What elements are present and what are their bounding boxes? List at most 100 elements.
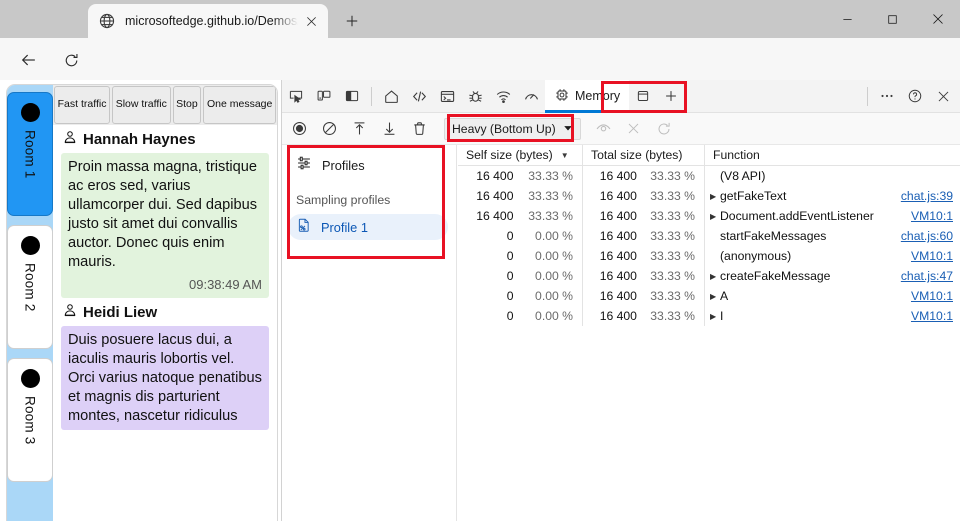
- cell-function: ▶ I VM10:1: [705, 306, 960, 326]
- expand-triangle-icon[interactable]: ▶: [710, 272, 720, 281]
- table-row[interactable]: 0 0.00 % 16 400 33.33 % ▶ A VM10:1: [458, 286, 960, 306]
- no-entry-icon[interactable]: [314, 116, 344, 142]
- cell-self-size-value: 0: [506, 289, 514, 303]
- table-row[interactable]: 00.00 %16 40033.33 %▶startFakeMessagesch…: [458, 226, 960, 246]
- message-text: Proin massa magna, tristique ac eros sed…: [68, 159, 258, 270]
- back-arrow-icon[interactable]: [16, 47, 42, 73]
- cell-function-name: Document.addEventListener: [720, 209, 874, 223]
- eye-icon[interactable]: [589, 116, 619, 142]
- devtools-help-button[interactable]: [901, 82, 929, 110]
- upload-arrow-icon[interactable]: [344, 116, 374, 142]
- fast-traffic-button[interactable]: Fast traffic: [54, 86, 111, 124]
- new-tab-button[interactable]: [338, 8, 366, 34]
- download-arrow-icon[interactable]: [374, 116, 404, 142]
- cell-function-name: I: [720, 309, 724, 323]
- profile-item-1[interactable]: Profile 1: [288, 214, 448, 240]
- welcome-tab-icon[interactable]: [377, 82, 405, 110]
- trash-icon[interactable]: [404, 116, 434, 142]
- expand-triangle-icon[interactable]: ▶: [710, 192, 720, 201]
- cell-function-name: (V8 API): [720, 169, 766, 183]
- minimize-button[interactable]: [825, 0, 870, 38]
- table-row[interactable]: 16 400 33.33 % 16 400 33.33 % ▶ Document.addE…: [458, 206, 960, 226]
- room-button-2[interactable]: Room 2: [7, 225, 53, 349]
- performance-tab-icon[interactable]: [517, 82, 545, 110]
- console-tab-icon[interactable]: [433, 82, 461, 110]
- cell-function-name: A: [720, 289, 729, 303]
- cell-function: ▶(V8 API): [705, 166, 960, 186]
- cell-self-size: 0 0.00 %: [458, 286, 583, 306]
- cell-source-link[interactable]: VM10:1: [911, 289, 960, 303]
- cell-source-link[interactable]: VM10:1: [911, 209, 960, 223]
- elements-tab-icon[interactable]: [405, 82, 433, 110]
- expand-triangle-icon[interactable]: ▶: [710, 312, 720, 321]
- cell-self-size-percent: 33.33 %: [528, 169, 573, 183]
- column-header-total-size[interactable]: Total size (bytes): [583, 145, 705, 165]
- cell-function: ▶startFakeMessageschat.js:60: [705, 226, 960, 246]
- cell-source-link[interactable]: VM10:1: [911, 309, 960, 323]
- maximize-button[interactable]: [870, 0, 915, 38]
- profile-item-label: Profile 1: [321, 219, 368, 235]
- cell-total-size-value: 16 400: [599, 189, 637, 203]
- column-header-self-size[interactable]: Self size (bytes) ▼: [458, 145, 583, 165]
- stop-button[interactable]: Stop: [172, 86, 202, 124]
- one-message-button[interactable]: One message: [203, 86, 276, 124]
- memory-tab-label: Memory: [575, 89, 621, 103]
- message-list: Hannah Haynes Proin massa magna, tristiq…: [53, 130, 277, 430]
- device-emulation-icon[interactable]: [310, 82, 338, 110]
- x-icon[interactable]: [619, 116, 649, 142]
- room-status-dot-icon: [20, 103, 40, 122]
- inspect-element-icon[interactable]: [282, 82, 310, 110]
- memory-tab[interactable]: Memory: [545, 79, 630, 113]
- message-sender: Heidi Liew: [63, 303, 269, 322]
- view-mode-label: Heavy (Bottom Up): [452, 121, 556, 136]
- cell-self-size-value: 16 400: [476, 189, 514, 203]
- dock-side-icon[interactable]: [338, 82, 366, 110]
- page-viewport: Room 1 Room 2 Room 3 Fast traffic Slow t…: [0, 80, 281, 521]
- expand-triangle-icon[interactable]: ▶: [710, 212, 720, 221]
- expand-triangle-icon[interactable]: ▶: [710, 292, 720, 301]
- tabbar-divider: [371, 86, 372, 106]
- cell-source-link[interactable]: VM10:1: [911, 249, 960, 263]
- cell-source-link[interactable]: chat.js:39: [901, 189, 960, 203]
- cell-total-size-value: 16 400: [599, 289, 637, 303]
- cell-self-size: 0 0.00 %: [458, 306, 583, 326]
- sources-tab-icon[interactable]: [461, 82, 489, 110]
- devtools-more-button[interactable]: [873, 82, 901, 110]
- add-tab-button[interactable]: [657, 82, 685, 110]
- cell-source-link[interactable]: chat.js:47: [901, 269, 960, 283]
- cell-self-size-value: 0: [506, 249, 514, 263]
- cell-self-size: 0 0.00 %: [458, 226, 583, 246]
- cell-function: ▶ Document.addEventListener VM10:1: [705, 206, 960, 226]
- close-icon[interactable]: [300, 10, 322, 32]
- cell-self-size-percent: 0.00 %: [535, 229, 573, 243]
- cell-self-size-percent: 0.00 %: [535, 289, 573, 303]
- cell-total-size: 16 400 33.33 %: [583, 286, 705, 306]
- view-mode-select[interactable]: Heavy (Bottom Up): [444, 117, 581, 140]
- sender-name: Hannah Haynes: [83, 131, 196, 148]
- cell-total-size-percent: 33.33 %: [650, 229, 695, 243]
- table-row[interactable]: 0 0.00 % 16 400 33.33 % ▶ I VM10:1: [458, 306, 960, 326]
- close-window-button[interactable]: [915, 0, 960, 38]
- refresh-icon[interactable]: [649, 116, 679, 142]
- room-button-3[interactable]: Room 3: [7, 358, 53, 482]
- table-row[interactable]: 0 0.00 % 16 400 33.33 % ▶ createFakeMessage ch…: [458, 266, 960, 286]
- column-header-function-label: Function: [713, 148, 760, 162]
- slow-traffic-button[interactable]: Slow traffic: [112, 86, 171, 124]
- column-header-function[interactable]: Function: [705, 145, 960, 165]
- tabbar-divider: [867, 86, 868, 106]
- reload-icon[interactable]: [58, 47, 84, 73]
- table-row[interactable]: 16 400 33.33 % 16 400 33.33 % ▶ getFakeText ch…: [458, 186, 960, 206]
- devtools-close-button[interactable]: [929, 82, 957, 110]
- record-circle-icon[interactable]: [284, 116, 314, 142]
- cell-self-size-value: 16 400: [476, 169, 514, 183]
- network-tab-icon[interactable]: [489, 82, 517, 110]
- table-row[interactable]: 16 400 33.33 % 16 400 33.33 % ▶(V8 API): [458, 166, 960, 186]
- cell-total-size: 16 400 33.33 %: [583, 306, 705, 326]
- panel-icon[interactable]: [629, 82, 657, 110]
- room-button-1[interactable]: Room 1: [7, 92, 53, 216]
- cell-source-link[interactable]: chat.js:60: [901, 229, 960, 243]
- browser-tab-title: microsoftedge.github.io/Demos/d: [125, 14, 300, 28]
- browser-tab[interactable]: microsoftedge.github.io/Demos/d: [88, 4, 328, 38]
- cell-total-size-percent: 33.33 %: [650, 169, 695, 183]
- table-row[interactable]: 00.00 %16 40033.33 %▶(anonymous)VM10:1: [458, 246, 960, 266]
